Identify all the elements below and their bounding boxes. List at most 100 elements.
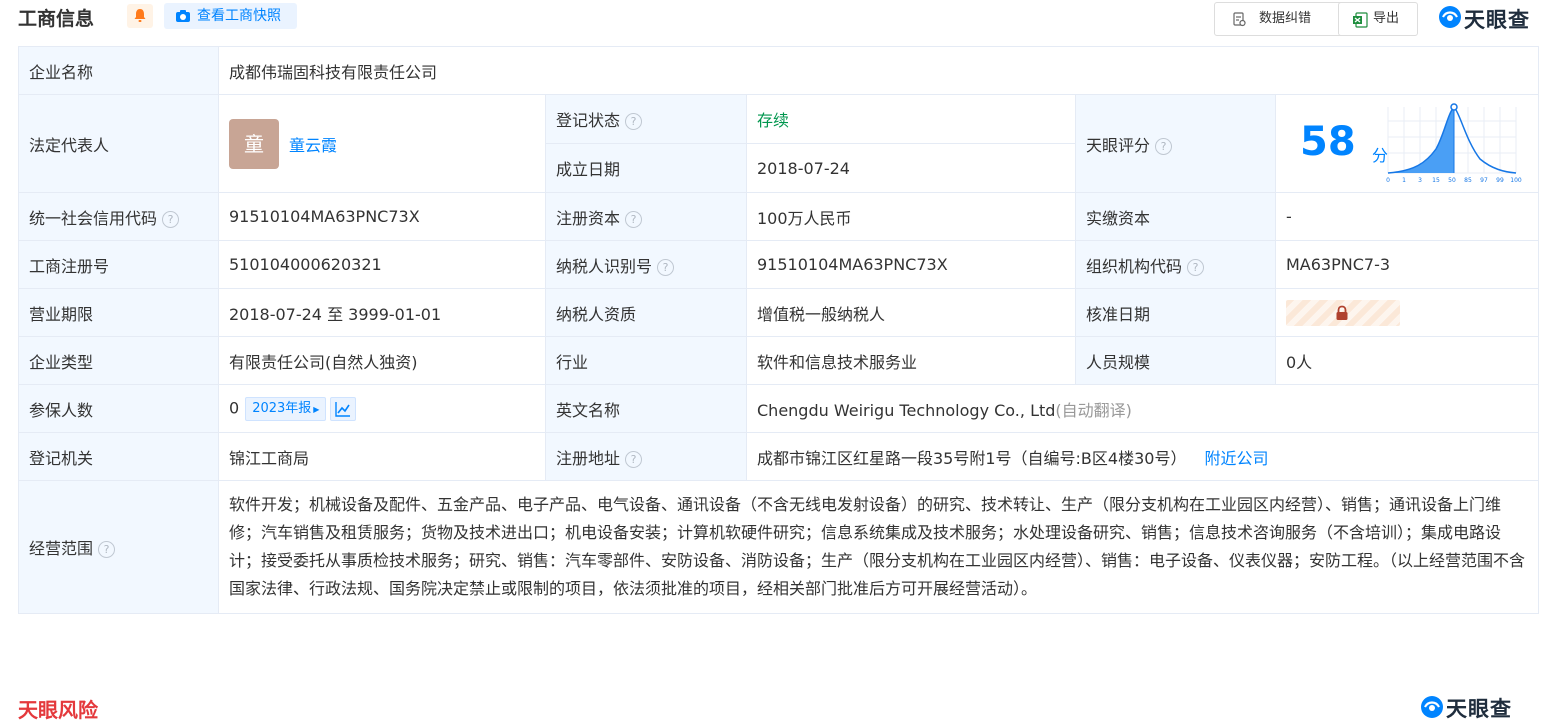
paid-capital-label: 实缴资本 bbox=[1075, 192, 1276, 241]
eye-logo-icon bbox=[1439, 6, 1461, 28]
help-icon[interactable]: ? bbox=[625, 450, 643, 468]
taxpayer-id-label-cell: 纳税人识别号? bbox=[545, 240, 747, 289]
annual-report-label: 2023年报 bbox=[252, 400, 312, 416]
company-type-value: 有限责任公司(自然人独资) bbox=[218, 336, 546, 385]
legal-rep-label: 法定代表人 bbox=[18, 94, 219, 193]
annual-report-badge[interactable]: 2023年报 ▶ bbox=[245, 396, 327, 421]
scope-label: 经营范围 bbox=[29, 539, 94, 558]
reg-no-value: 510104000620321 bbox=[218, 240, 546, 289]
score-cell[interactable]: 58 分 0 1 3 15 50 85 97 99 100 bbox=[1274, 94, 1540, 193]
table-row: 统一社会信用代码? 91510104MA63PNC73X 注册资本? 100万人… bbox=[18, 192, 1540, 241]
help-icon[interactable]: ? bbox=[1187, 258, 1205, 276]
scope-value: 软件开发；机械设备及配件、五金产品、电子产品、电气设备、通讯设备（不含无线电发射… bbox=[217, 480, 1540, 614]
industry-value: 软件和信息技术服务业 bbox=[746, 336, 1076, 385]
chart-tick-label: 97 bbox=[1480, 177, 1488, 184]
chart-tick-label: 1 bbox=[1402, 177, 1406, 184]
insured-label: 参保人数 bbox=[18, 384, 219, 433]
company-name-label: 企业名称 bbox=[18, 46, 219, 95]
chart-tick-label: 100 bbox=[1510, 177, 1522, 184]
table-row: 经营范围? 软件开发；机械设备及配件、五金产品、电子产品、电气设备、通讯设备（不… bbox=[18, 480, 1540, 614]
follow-bell-button[interactable] bbox=[127, 4, 153, 28]
legal-rep-cell: 童童云霞 bbox=[218, 94, 546, 193]
org-code-label: 组织机构代码 bbox=[1086, 256, 1183, 276]
table-row: 登记机关 锦江工商局 注册地址? 成都市锦江区红星路一段35号附1号（自编号:B… bbox=[18, 432, 1540, 481]
chart-tick-label: 0 bbox=[1386, 177, 1390, 184]
camera-icon bbox=[176, 10, 190, 22]
reg-capital-value: 100万人民币 bbox=[746, 192, 1076, 241]
approval-date-label: 核准日期 bbox=[1075, 288, 1276, 337]
caret-right-icon: ▶ bbox=[313, 404, 320, 414]
reg-capital-label: 注册资本 bbox=[556, 208, 621, 228]
address-cell: 成都市锦江区红星路一段35号附1号（自编号:B区4楼30号） 附近公司 bbox=[745, 432, 1540, 481]
table-row: 工商注册号 510104000620321 纳税人识别号? 91510104MA… bbox=[18, 240, 1540, 289]
reg-capital-label-cell: 注册资本? bbox=[545, 192, 747, 241]
data-correction-label: 数据纠错 bbox=[1259, 11, 1312, 26]
taxpayer-id-label: 纳税人识别号 bbox=[556, 256, 653, 276]
reg-status-label-cell: 登记状态? bbox=[545, 94, 747, 144]
excel-icon bbox=[1353, 12, 1368, 28]
industry-label: 行业 bbox=[545, 336, 747, 385]
score-distribution-chart: 0 1 3 15 50 85 97 99 100 bbox=[1386, 103, 1522, 184]
founded-label: 成立日期 bbox=[545, 143, 747, 193]
score-value: 58 bbox=[1300, 119, 1356, 165]
help-icon[interactable]: ? bbox=[98, 541, 116, 558]
chart-tick-label: 99 bbox=[1496, 177, 1504, 184]
address-value: 成都市锦江区红星路一段35号附1号（自编号:B区4楼30号） bbox=[757, 448, 1187, 468]
term-value: 2018-07-24 至 3999-01-01 bbox=[218, 288, 546, 337]
export-label: 导出 bbox=[1373, 11, 1400, 26]
paid-capital-value: - bbox=[1274, 192, 1540, 241]
table-row: 营业期限 2018-07-24 至 3999-01-01 纳税人资质 增值税一般… bbox=[18, 288, 1540, 337]
english-name-label: 英文名称 bbox=[545, 384, 747, 433]
table-row: 法定代表人 童童云霞 登记状态? 存续 天眼评分? 58 分 0 1 3 15 … bbox=[18, 94, 1540, 193]
english-name-value: Chengdu Weirigu Technology Co., Ltd bbox=[757, 400, 1056, 420]
business-info-table: 企业名称 成都伟瑞固科技有限责任公司 法定代表人 童童云霞 登记状态? 存续 天… bbox=[18, 46, 1540, 614]
trend-icon bbox=[335, 401, 351, 417]
view-snapshot-button[interactable]: 查看工商快照 bbox=[164, 3, 297, 29]
section-title: 工商信息 bbox=[18, 8, 95, 30]
staff-size-label: 人员规模 bbox=[1075, 336, 1276, 385]
view-snapshot-label: 查看工商快照 bbox=[197, 8, 281, 24]
approval-date-cell bbox=[1274, 288, 1540, 337]
nearby-companies-link[interactable]: 附近公司 bbox=[1204, 449, 1268, 468]
address-label-cell: 注册地址? bbox=[545, 432, 747, 481]
authority-value: 锦江工商局 bbox=[218, 432, 546, 481]
export-button[interactable]: 导出 bbox=[1338, 2, 1418, 36]
section-header: 工商信息 查看工商快照 数据纠错 导出 天眼查 bbox=[18, 0, 1538, 36]
table-row: 企业名称 成都伟瑞固科技有限责任公司 bbox=[18, 46, 1540, 95]
score-label-cell: 天眼评分? bbox=[1075, 94, 1276, 193]
help-icon[interactable]: ? bbox=[625, 210, 643, 228]
chart-tick-label: 15 bbox=[1432, 177, 1440, 184]
founded-value: 2018-07-24 bbox=[746, 143, 1076, 193]
table-row: 企业类型 有限责任公司(自然人独资) 行业 软件和信息技术服务业 人员规模 0人 bbox=[18, 336, 1540, 385]
table-row: 参保人数 0 2023年报 ▶ 英文名称 Chengdu Weirigu Techn… bbox=[18, 384, 1540, 433]
company-name-value: 成都伟瑞固科技有限责任公司 bbox=[217, 46, 1540, 95]
term-label: 营业期限 bbox=[18, 288, 219, 337]
company-type-label: 企业类型 bbox=[18, 336, 219, 385]
data-correction-button[interactable]: 数据纠错 bbox=[1214, 2, 1344, 36]
credit-code-value: 91510104MA63PNC73X bbox=[218, 192, 546, 241]
help-icon[interactable]: ? bbox=[625, 113, 643, 130]
help-icon[interactable]: ? bbox=[1155, 137, 1173, 155]
reg-no-label: 工商注册号 bbox=[18, 240, 219, 289]
insured-cell: 0 2023年报 ▶ bbox=[218, 384, 546, 433]
taxpayer-id-value: 91510104MA63PNC73X bbox=[746, 240, 1076, 289]
score-label: 天眼评分 bbox=[1086, 135, 1151, 155]
trend-chart-button[interactable] bbox=[330, 396, 357, 421]
auto-translate-note: (自动翻译) bbox=[1055, 400, 1132, 420]
address-label: 注册地址 bbox=[556, 448, 621, 468]
authority-label: 登记机关 bbox=[18, 432, 219, 481]
insured-value: 0 bbox=[229, 398, 240, 417]
scope-label-cell: 经营范围? bbox=[18, 480, 219, 614]
chart-tick-label: 50 bbox=[1448, 177, 1456, 184]
locked-value-button[interactable] bbox=[1286, 299, 1400, 326]
taxpayer-type-value: 增值税一般纳税人 bbox=[746, 288, 1076, 337]
avatar[interactable]: 童 bbox=[229, 118, 279, 169]
help-icon[interactable]: ? bbox=[657, 258, 675, 276]
legal-rep-link[interactable]: 童云霞 bbox=[289, 136, 337, 155]
org-code-label-cell: 组织机构代码? bbox=[1075, 240, 1276, 289]
help-icon[interactable]: ? bbox=[162, 210, 180, 228]
lock-icon bbox=[1336, 305, 1348, 320]
chart-tick-label: 3 bbox=[1418, 177, 1422, 184]
reg-status-value: 存续 bbox=[746, 94, 1076, 144]
chart-tick-label: 85 bbox=[1464, 177, 1472, 184]
